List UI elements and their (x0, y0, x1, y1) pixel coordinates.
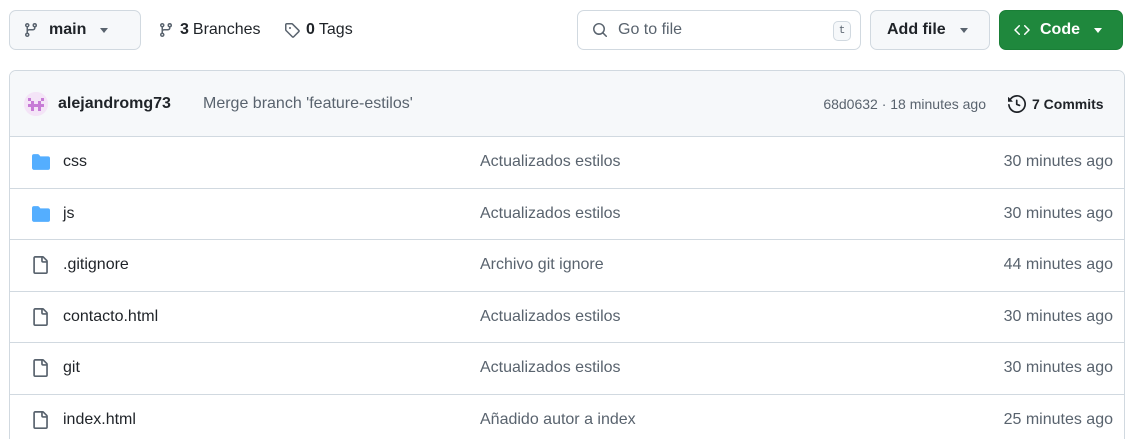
file-row[interactable]: css Actualizados estilos 30 minutes ago (10, 137, 1124, 189)
commit-message-link[interactable]: Merge branch 'feature-estilos' (203, 95, 413, 113)
file-row[interactable]: git Actualizados estilos 30 minutes ago (10, 343, 1124, 395)
file-icon (31, 411, 49, 430)
add-file-label: Add file (887, 21, 946, 38)
file-commit-message[interactable]: Archivo git ignore (480, 256, 604, 274)
file-browser: alejandromg73 Merge branch 'feature-esti… (9, 70, 1125, 439)
branch-select-button[interactable]: main (9, 10, 141, 50)
branch-name: main (49, 21, 87, 38)
chevron-down-icon (959, 27, 968, 33)
add-file-button[interactable]: Add file (870, 10, 990, 50)
commit-hash-time[interactable]: 68d0632 · 18 minutes ago (823, 96, 986, 112)
file-commit-message[interactable]: Actualizados estilos (480, 359, 621, 377)
folder-icon (31, 153, 51, 171)
file-name-link[interactable]: js (63, 205, 75, 223)
commits-label: 7 Commits (1032, 95, 1104, 112)
latest-commit-bar: alejandromg73 Merge branch 'feature-esti… (10, 71, 1124, 137)
file-icon (31, 359, 49, 378)
file-commit-age: 44 minutes ago (1003, 256, 1113, 274)
file-commit-message[interactable]: Actualizados estilos (480, 153, 621, 171)
go-to-file-search[interactable]: t (577, 10, 861, 50)
tag-icon (284, 22, 300, 38)
search-icon (592, 22, 608, 38)
branches-link[interactable]: 3 Branches (158, 10, 261, 50)
file-commit-message[interactable]: Actualizados estilos (480, 308, 621, 326)
branches-word: Branches (192, 21, 261, 38)
file-commit-message[interactable]: Actualizados estilos (480, 205, 621, 223)
folder-icon (31, 205, 51, 223)
code-button[interactable]: Code (999, 10, 1123, 50)
file-commit-age: 25 minutes ago (1003, 411, 1113, 429)
file-list: css Actualizados estilos 30 minutes ago … (10, 137, 1124, 439)
file-commit-age: 30 minutes ago (1003, 307, 1113, 325)
file-name-link[interactable]: .gitignore (63, 256, 129, 274)
branches-count: 3 (180, 21, 189, 38)
chevron-down-icon (100, 27, 109, 33)
history-icon (1008, 94, 1032, 113)
file-commit-age: 30 minutes ago (1003, 204, 1113, 222)
file-name-link[interactable]: index.html (63, 411, 136, 429)
file-row[interactable]: contacto.html Actualizados estilos 30 mi… (10, 292, 1124, 343)
keyboard-shortcut-hint: t (833, 21, 851, 41)
tags-word: Tags (318, 21, 353, 38)
code-icon (1014, 22, 1030, 38)
code-label: Code (1040, 21, 1080, 38)
tags-count: 0 (306, 21, 315, 38)
file-icon (31, 307, 49, 326)
commit-author-link[interactable]: alejandromg73 (58, 95, 171, 113)
file-name-link[interactable]: css (63, 153, 87, 171)
file-commit-age: 30 minutes ago (1003, 153, 1113, 171)
avatar[interactable] (24, 92, 48, 116)
repo-toolbar: main 3 Branches 0 Tags t Add file Code (0, 0, 1134, 64)
git-branch-icon (23, 22, 39, 38)
file-commit-age: 30 minutes ago (1003, 359, 1113, 377)
file-commit-message[interactable]: Añadido autor a index (480, 411, 636, 429)
chevron-down-icon (1094, 27, 1102, 33)
commits-history-link[interactable]: 7 Commits (1008, 94, 1104, 113)
file-row[interactable]: js Actualizados estilos 30 minutes ago (10, 189, 1124, 240)
tags-link[interactable]: 0 Tags (284, 10, 353, 50)
search-input[interactable] (618, 21, 808, 39)
git-branch-icon (158, 22, 174, 38)
file-icon (31, 256, 49, 275)
file-row[interactable]: .gitignore Archivo git ignore 44 minutes… (10, 240, 1124, 292)
file-row[interactable]: index.html Añadido autor a index 25 minu… (10, 395, 1124, 439)
file-name-link[interactable]: git (63, 359, 80, 377)
file-name-link[interactable]: contacto.html (63, 308, 158, 326)
